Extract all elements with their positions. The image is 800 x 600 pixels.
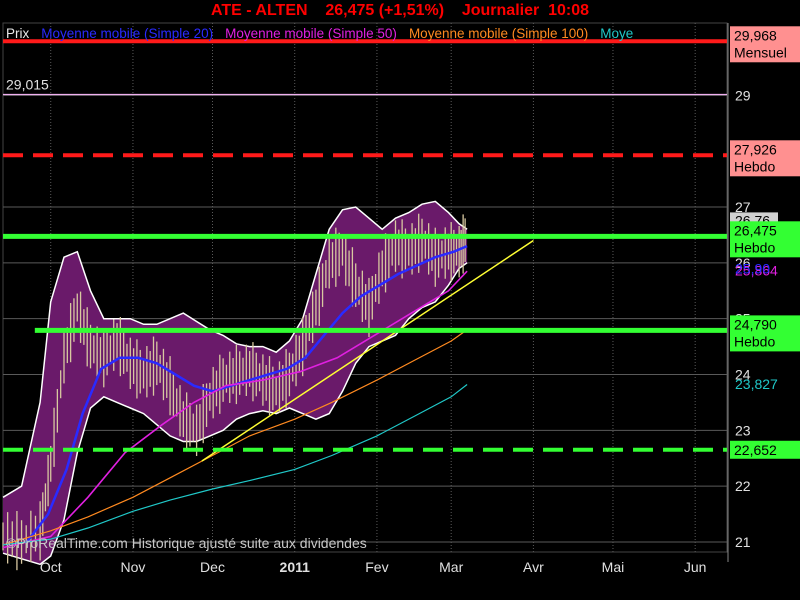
x-tick-label: Jun (684, 559, 707, 575)
level-tag-value: 22,652 (734, 442, 777, 458)
level-tag-value: 26,475 (734, 222, 777, 238)
x-tick-label: 2011 (280, 559, 311, 575)
x-tick-label: Dec (200, 559, 225, 575)
price-chart[interactable]: 2122232425262729OctNovDec2011FevMarAvrMa… (0, 0, 800, 600)
y-tick-label: 22 (735, 478, 751, 494)
x-tick-label: Nov (120, 559, 145, 575)
legend-item: Moyenne mobile (Simple 50) (225, 26, 397, 41)
y-tick-label: 23 (735, 422, 751, 438)
legend-item: Moye (600, 26, 633, 41)
axis-value-tag: 25,90 (735, 260, 770, 276)
level-label: 29,015 (6, 76, 49, 92)
watermark: ©ProRealTime.com Historique ajusté suite… (6, 535, 367, 551)
level-tag-sublabel: Hebdo (734, 158, 775, 174)
legend-item: Moyenne mobile (Simple 20) (41, 26, 213, 41)
level-tag-sublabel: Hebdo (734, 239, 775, 255)
x-tick-label: Mar (439, 559, 463, 575)
legend-item: Prix (6, 26, 29, 41)
level-tag-value: 29,968 (734, 27, 777, 43)
x-tick-label: Fev (365, 559, 388, 575)
chart-window: ATE - ALTEN 26,475 (+1,51%) Journalier 1… (0, 0, 800, 600)
x-tick-label: Mai (602, 559, 625, 575)
level-tag-sublabel: Hebdo (734, 333, 775, 349)
y-tick-label: 29 (735, 87, 751, 103)
bollinger-band-fill (3, 201, 468, 565)
y-tick-label: 21 (735, 534, 751, 550)
level-tag-sublabel: Mensuel (734, 44, 787, 60)
axis-value-tag: 23,827 (735, 376, 778, 392)
x-tick-label: Avr (523, 559, 544, 575)
level-tag-value: 27,926 (734, 141, 777, 157)
legend-item: Moyenne mobile (Simple 100) (409, 26, 588, 41)
level-tag-value: 24,790 (734, 316, 777, 332)
